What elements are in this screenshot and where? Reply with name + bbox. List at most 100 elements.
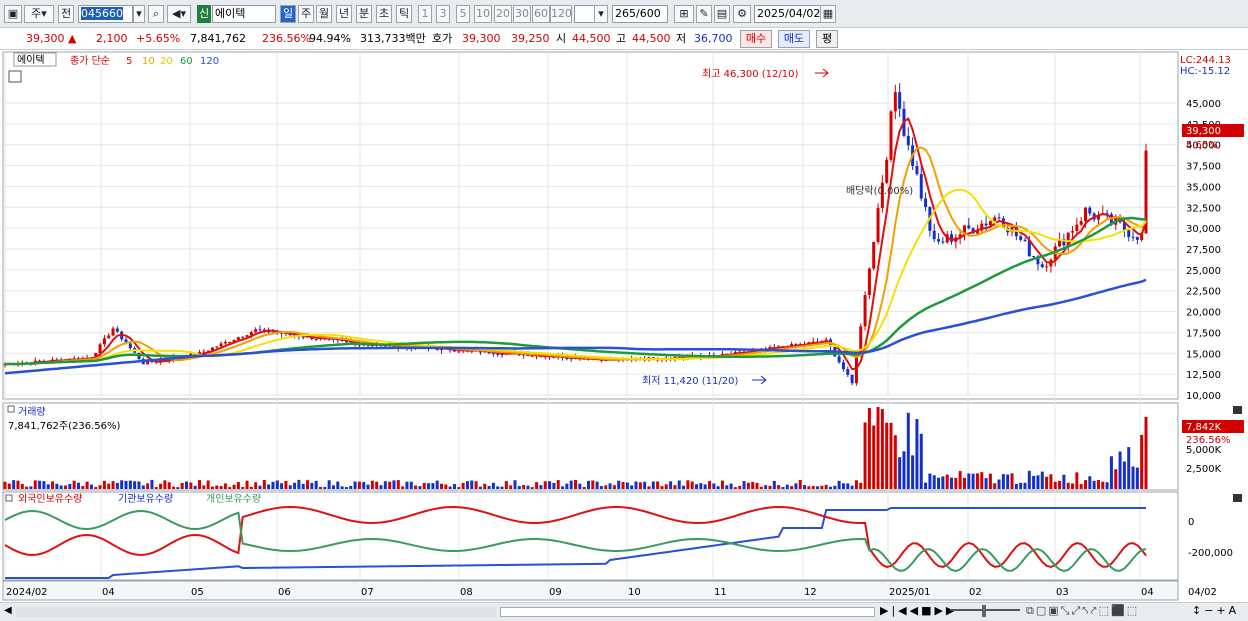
volume-bar: [46, 484, 50, 489]
settings-icon[interactable]: ⚙: [733, 5, 751, 23]
name-field[interactable]: 에이텍: [212, 5, 276, 23]
volume-bar: [327, 480, 331, 489]
volume-bar: [950, 477, 954, 489]
interval-120[interactable]: 120: [550, 5, 572, 23]
volume-panel-icon[interactable]: [7, 405, 15, 413]
bottom-scrollbar[interactable]: ◀ ▶|◀◀■▶▶ ⧉▢▣⤡⤢⤣⤤⬚⬛⬚ ↕−+A: [0, 602, 1248, 621]
volume-bar: [699, 483, 703, 489]
open-label: 시: [556, 32, 567, 45]
volume-bar: [733, 487, 737, 489]
interval-3[interactable]: 3: [436, 5, 450, 23]
price-tick: 17,500: [1186, 328, 1221, 339]
volume-bar: [474, 481, 478, 489]
volume-bar: [751, 481, 755, 489]
eval-button[interactable]: 평: [816, 30, 838, 48]
tab-tick[interactable]: 틱: [396, 5, 412, 23]
candle-body: [837, 356, 841, 363]
legend-ma120[interactable]: 120: [200, 56, 219, 67]
volume-bar: [781, 487, 785, 489]
volume-bar: [755, 482, 759, 489]
scroll-left-icon[interactable]: ◀: [4, 605, 12, 616]
candle-body: [1040, 264, 1044, 268]
volume-bar: [1135, 467, 1139, 489]
volume-bar: [651, 481, 655, 489]
save-icon[interactable]: ▤: [714, 5, 730, 23]
prev-button[interactable]: 전: [58, 5, 74, 23]
grid-toggle-icon[interactable]: [8, 70, 22, 83]
candle-body: [885, 159, 889, 183]
zoom-controls-icon[interactable]: ↕−+A: [1192, 604, 1239, 617]
interval-5[interactable]: 5: [456, 5, 470, 23]
volume-bar: [444, 484, 448, 489]
tab-day[interactable]: 일: [280, 5, 296, 23]
layout-icon[interactable]: ▣: [4, 5, 22, 23]
calendar-icon[interactable]: ▦: [820, 5, 836, 23]
legend-institution[interactable]: 기관보유수량: [118, 493, 173, 505]
toolbox-icons[interactable]: ⧉▢▣⤡⤢⤣⤤⬚⬛⬚: [1026, 604, 1139, 618]
tab-second[interactable]: 초: [376, 5, 392, 23]
volume-bar: [353, 481, 357, 489]
interval-60[interactable]: 60: [532, 5, 550, 23]
tab-minute[interactable]: 분: [356, 5, 372, 23]
interval-10[interactable]: 10: [474, 5, 492, 23]
zoom-slider-handle[interactable]: [982, 605, 986, 617]
code-input[interactable]: 045660: [78, 5, 133, 23]
interval-20[interactable]: 20: [494, 5, 512, 23]
legend-ma5[interactable]: 5: [126, 56, 132, 67]
tab-month[interactable]: 월: [316, 5, 332, 23]
interval-30[interactable]: 30: [513, 5, 531, 23]
period-select[interactable]: 주▾: [24, 5, 54, 23]
scroll-thumb[interactable]: [500, 607, 875, 617]
holdings-panel-icon[interactable]: [5, 494, 13, 502]
last-volume-value: 7,842K: [1186, 422, 1222, 433]
volume-bar: [595, 481, 599, 489]
volume-bar: [461, 482, 465, 489]
legend-foreign[interactable]: 외국인보유수량: [18, 493, 82, 505]
volume-bar: [3, 481, 7, 489]
playback-controls-icon[interactable]: ▶|◀◀■▶▶: [880, 604, 957, 617]
stock-chart[interactable]: 에이텍 종가 단순 5 10 20 60 120 LC:244.13 HC:-1…: [0, 50, 1248, 602]
legend-individual[interactable]: 개인보유수량: [206, 493, 261, 505]
scroll-track[interactable]: [16, 607, 496, 617]
count-input[interactable]: 265/600: [612, 5, 668, 23]
holdings-close-icon[interactable]: [1233, 494, 1242, 502]
candle-body: [876, 208, 880, 242]
volume-bar: [336, 481, 340, 489]
tab-year[interactable]: 년: [336, 5, 352, 23]
date-input[interactable]: 2025/04/02: [754, 5, 824, 23]
speaker-icon[interactable]: ◀▾: [167, 5, 191, 23]
candle-body: [1045, 266, 1049, 268]
chart-type-icon[interactable]: ⊞: [674, 5, 694, 23]
code-dropdown-icon[interactable]: ▾: [133, 5, 145, 23]
candle-body: [919, 174, 923, 199]
volume-close-icon[interactable]: [1233, 406, 1242, 414]
volume-bar: [81, 486, 85, 489]
volume-bar: [833, 485, 837, 489]
candle-body: [115, 328, 119, 332]
volume-bar: [876, 407, 880, 489]
volume-bar: [33, 480, 37, 489]
candle-body: [997, 217, 1001, 219]
legend-ma20[interactable]: 20: [160, 56, 173, 67]
sell-button[interactable]: 매도: [778, 30, 810, 48]
volume-bar: [392, 480, 396, 489]
tab-week[interactable]: 주: [298, 5, 314, 23]
volume-bar: [202, 485, 206, 489]
volume-bar: [262, 479, 266, 489]
volume-bar: [686, 480, 690, 489]
legend-ma60[interactable]: 60: [180, 56, 193, 67]
volume-bar: [306, 480, 310, 489]
volume-bar: [1058, 480, 1062, 489]
legend-ma10[interactable]: 10: [142, 56, 155, 67]
draw-tool-icon[interactable]: ✎: [696, 5, 712, 23]
volume-bar: [885, 422, 889, 489]
volume-bar: [975, 473, 979, 489]
buy-button[interactable]: 매수: [740, 30, 772, 48]
volume-bar: [630, 485, 634, 489]
custom-interval-dropdown[interactable]: ▾: [594, 5, 608, 23]
volume-bar: [738, 485, 742, 489]
search-icon[interactable]: ⌕: [148, 5, 164, 23]
volume-bar: [331, 485, 335, 489]
candle-body: [915, 166, 919, 175]
interval-1[interactable]: 1: [418, 5, 432, 23]
